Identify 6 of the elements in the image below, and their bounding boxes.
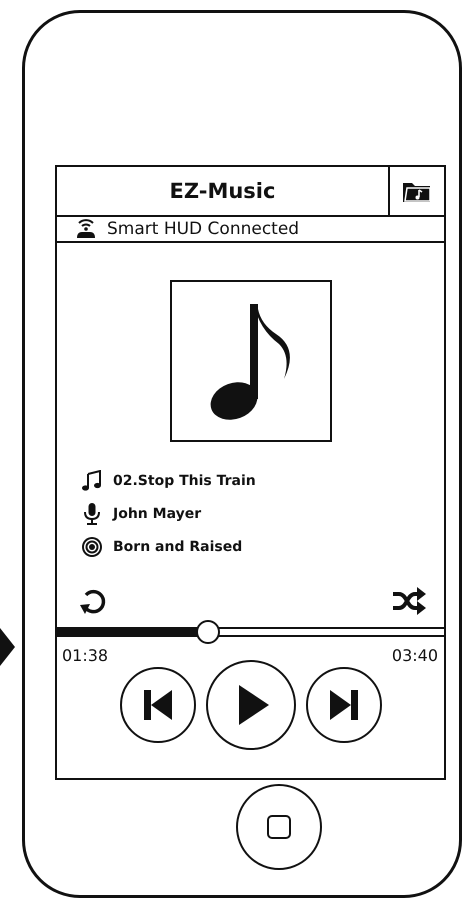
connection-status: Smart HUD Connected: [107, 219, 300, 239]
album-name: Born and Raised: [113, 539, 242, 555]
elapsed-time: 01:38: [62, 646, 108, 666]
artist-name: John Mayer: [113, 506, 202, 522]
track-title: 02.Stop This Train: [113, 473, 256, 489]
total-time: 03:40: [392, 646, 438, 666]
